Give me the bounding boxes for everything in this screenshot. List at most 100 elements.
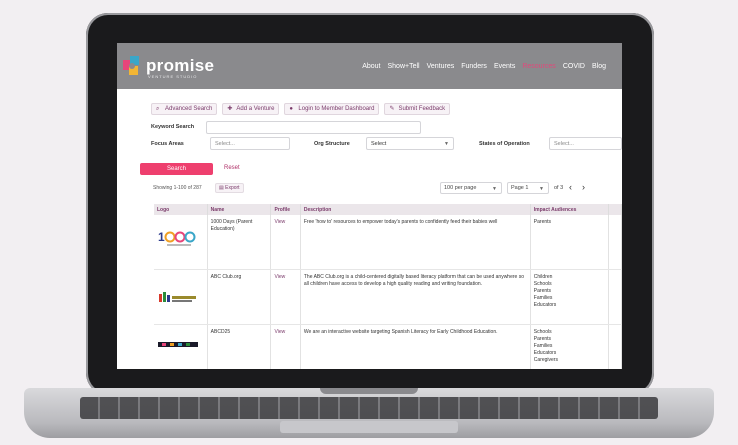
venture-description: The ABC Club.org is a child-centered dig… bbox=[300, 269, 531, 325]
page-total: of 3 bbox=[554, 185, 564, 191]
promise-logo-icon bbox=[123, 56, 139, 75]
venture-description: Free 'how to' resources to empower today… bbox=[300, 215, 531, 270]
column-header-description: Description bbox=[300, 204, 531, 215]
laptop-trackpad bbox=[280, 421, 458, 433]
advanced-search-label: Advanced Search bbox=[165, 106, 213, 112]
audience-item: Parents bbox=[533, 336, 552, 342]
column-header-name[interactable]: Name bbox=[207, 204, 272, 215]
impact-audiences: Children Schools Parents Families Educat… bbox=[530, 269, 609, 325]
toolbar: ⌕ Advanced Search ✚ Add a Venture ● Logi… bbox=[151, 103, 451, 115]
column-header-impact-audiences: Impact Audiences bbox=[530, 204, 609, 215]
table-header-row: Logo Name Profile Description Impact Aud… bbox=[154, 204, 622, 215]
page-value: Page 1 bbox=[511, 185, 529, 191]
audience-item: Families bbox=[533, 343, 553, 349]
venture-name: ABC Club.org bbox=[207, 269, 272, 325]
export-icon: ▤ bbox=[219, 185, 224, 191]
focus-areas-value: Select... bbox=[215, 140, 235, 147]
login-label: Login to Member Dashboard bbox=[298, 106, 375, 112]
export-button[interactable]: ▤ Export bbox=[215, 183, 244, 193]
abcd25-logo-icon bbox=[158, 342, 198, 347]
venture-logo bbox=[154, 269, 208, 325]
add-venture-label: Add a Venture bbox=[236, 106, 275, 112]
chevron-down-icon: ▼ bbox=[539, 186, 544, 192]
profile-view-link[interactable]: View bbox=[270, 269, 301, 325]
focus-areas-select[interactable]: Select... bbox=[210, 137, 290, 150]
chevron-down-icon: ▼ bbox=[492, 186, 497, 192]
abc-club-logo-icon bbox=[159, 292, 196, 302]
nav-resources[interactable]: Resources bbox=[522, 63, 555, 70]
states-select[interactable]: Select... bbox=[549, 137, 622, 150]
column-header-overflow bbox=[608, 204, 622, 215]
states-value: Select... bbox=[554, 140, 574, 147]
logo-subtitle: VENTURE STUDIO bbox=[148, 74, 198, 79]
audience-item: Families bbox=[533, 295, 553, 301]
org-structure-select[interactable]: Select ▼ bbox=[366, 137, 454, 150]
nav-ventures[interactable]: Ventures bbox=[427, 63, 455, 70]
pencil-icon: ✎ bbox=[389, 106, 395, 112]
overflow-cell bbox=[608, 324, 622, 369]
ventures-table: Logo Name Profile Description Impact Aud… bbox=[154, 204, 622, 369]
add-venture-button[interactable]: ✚ Add a Venture bbox=[222, 103, 280, 115]
main-nav: About Show+Tell Ventures Funders Events … bbox=[362, 63, 606, 70]
keyword-input[interactable] bbox=[206, 121, 421, 134]
profile-view-link[interactable]: View bbox=[270, 215, 301, 270]
nav-blog[interactable]: Blog bbox=[592, 63, 606, 70]
site-header: promise VENTURE STUDIO About Show+Tell V… bbox=[117, 43, 622, 89]
impact-audiences: Schools Parents Families Educators Careg… bbox=[530, 324, 609, 369]
laptop-keyboard bbox=[80, 397, 658, 419]
audience-item: Children bbox=[533, 274, 553, 280]
venture-name: ABCD25 bbox=[207, 324, 272, 369]
overflow-cell bbox=[608, 215, 622, 270]
plus-icon: ✚ bbox=[227, 106, 233, 112]
table-row[interactable]: ABCD25 View We are an interactive websit… bbox=[154, 324, 622, 369]
org-structure-label: Org Structure bbox=[314, 141, 350, 147]
states-label: States of Operation bbox=[479, 141, 530, 147]
nav-funders[interactable]: Funders bbox=[461, 63, 487, 70]
nav-show-tell[interactable]: Show+Tell bbox=[388, 63, 420, 70]
column-header-logo: Logo bbox=[154, 204, 208, 215]
keyword-label: Keyword Search bbox=[151, 124, 195, 130]
table-row[interactable]: ABC Club.org View The ABC Club.org is a … bbox=[154, 269, 622, 325]
search-button[interactable]: Search bbox=[140, 163, 213, 175]
focus-areas-label: Focus Areas bbox=[151, 141, 184, 147]
login-button[interactable]: ● Login to Member Dashboard bbox=[284, 103, 380, 115]
nav-about[interactable]: About bbox=[362, 63, 380, 70]
search-icon: ⌕ bbox=[156, 106, 160, 112]
column-header-profile: Profile bbox=[270, 204, 301, 215]
1000-days-logo-icon: 1 bbox=[158, 230, 196, 246]
next-page-icon[interactable]: › bbox=[582, 182, 585, 192]
audience-item: Schools bbox=[533, 329, 552, 335]
audience-item: Parents bbox=[533, 219, 552, 225]
audience-item: Educators bbox=[533, 350, 557, 356]
per-page-value: 100 per page bbox=[444, 185, 477, 191]
svg-text:1: 1 bbox=[158, 230, 165, 244]
table-row[interactable]: 1 1000 Days (Parent Education) View Free… bbox=[154, 215, 622, 270]
profile-view-link[interactable]: View bbox=[270, 324, 301, 369]
audience-item: Educators bbox=[533, 302, 557, 308]
feedback-button[interactable]: ✎ Submit Feedback bbox=[384, 103, 451, 115]
export-label: Export bbox=[225, 185, 240, 191]
logo-text[interactable]: promise bbox=[146, 56, 214, 76]
nav-covid[interactable]: COVID bbox=[563, 63, 585, 70]
nav-events[interactable]: Events bbox=[494, 63, 515, 70]
overflow-cell bbox=[608, 269, 622, 325]
page-select[interactable]: Page 1 ▼ bbox=[507, 182, 549, 194]
venture-name: 1000 Days (Parent Education) bbox=[207, 215, 272, 270]
results-count: Showing 1-100 of 287 bbox=[153, 185, 202, 191]
audience-item: Parents bbox=[533, 288, 552, 294]
prev-page-icon[interactable]: ‹ bbox=[569, 182, 572, 192]
user-icon: ● bbox=[289, 106, 294, 112]
feedback-label: Submit Feedback bbox=[398, 106, 446, 112]
venture-logo bbox=[154, 324, 208, 369]
venture-description: We are an interactive website targeting … bbox=[300, 324, 531, 369]
impact-audiences: Parents bbox=[530, 215, 609, 270]
laptop-hinge bbox=[320, 388, 418, 394]
chevron-down-icon: ▼ bbox=[444, 141, 449, 147]
audience-item: Schools bbox=[533, 281, 552, 287]
per-page-select[interactable]: 100 per page ▼ bbox=[440, 182, 502, 194]
audience-item: Caregivers bbox=[533, 357, 558, 363]
reset-link[interactable]: Reset bbox=[224, 165, 240, 171]
advanced-search-button[interactable]: ⌕ Advanced Search bbox=[151, 103, 218, 115]
laptop-screen: promise VENTURE STUDIO About Show+Tell V… bbox=[117, 43, 622, 369]
org-structure-value: Select bbox=[371, 140, 387, 147]
